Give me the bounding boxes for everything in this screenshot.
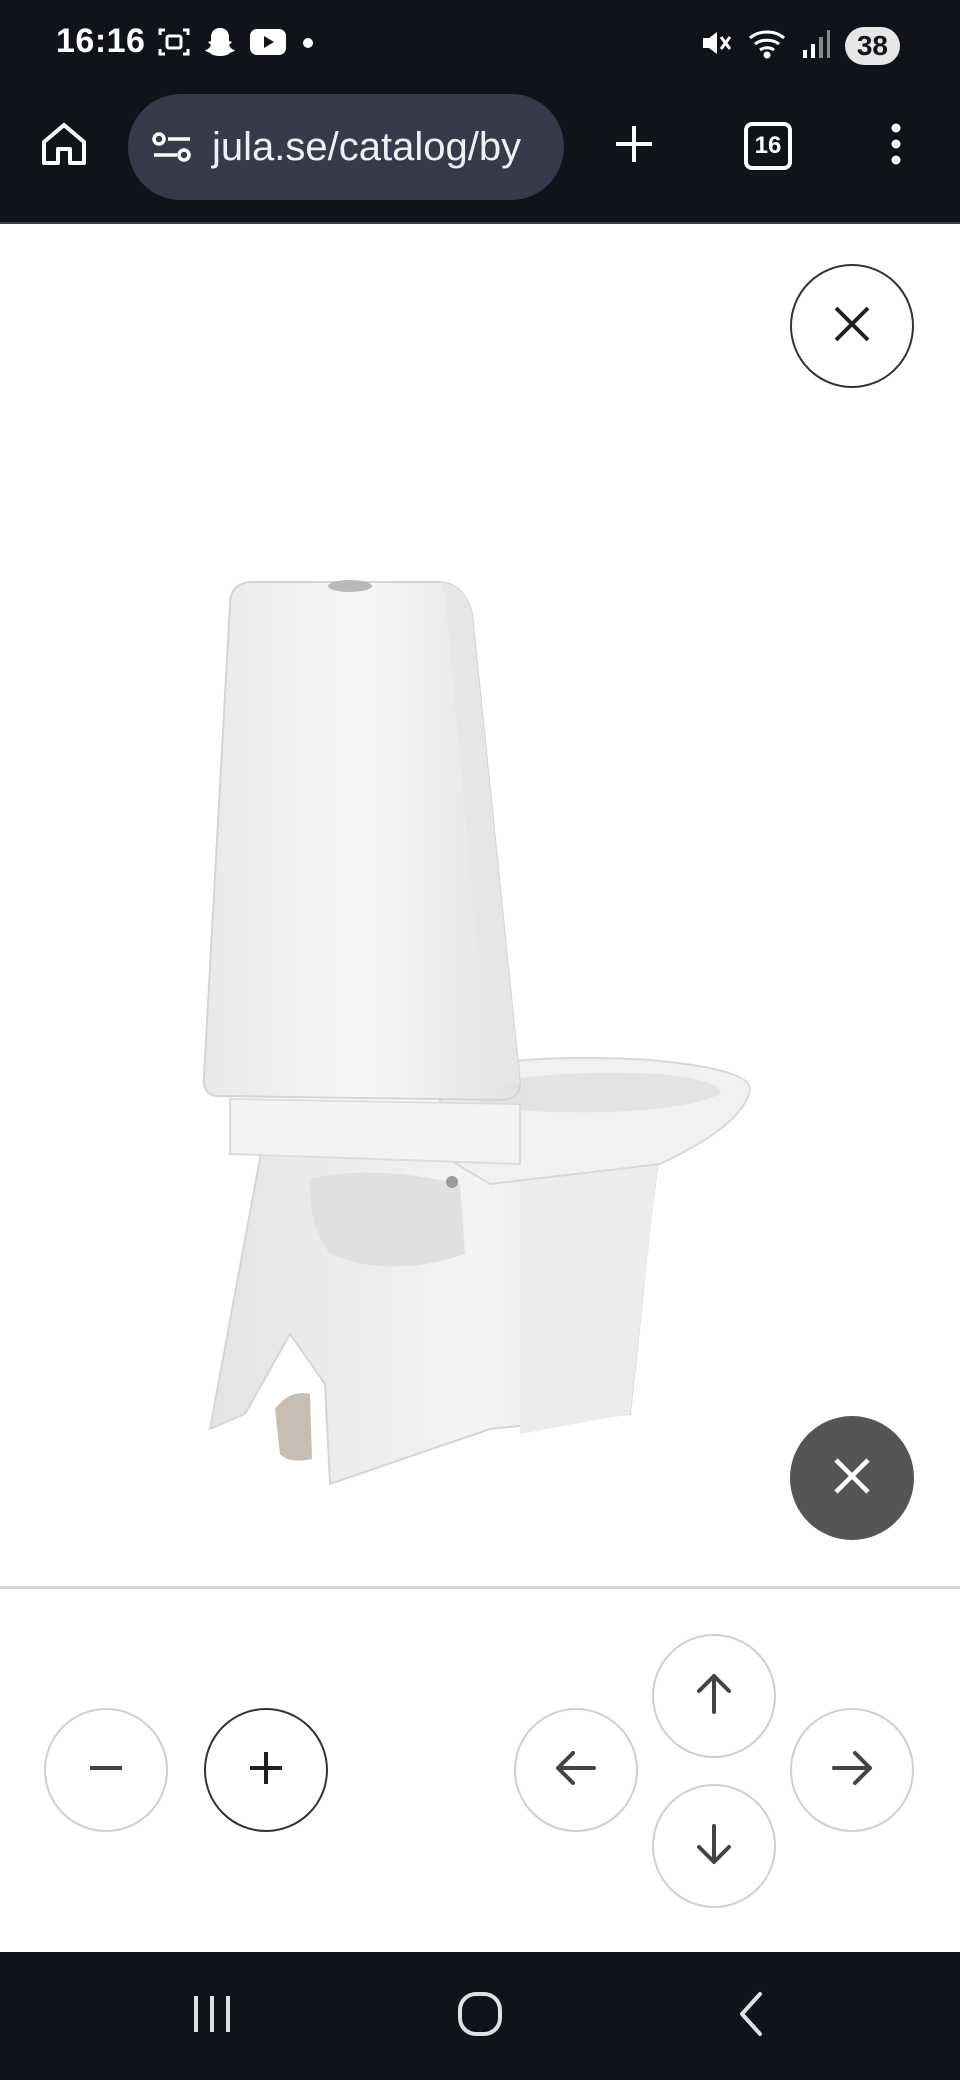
image-viewer: [0, 224, 960, 1586]
pan-up-button[interactable]: [652, 1634, 776, 1758]
viewer-divider: [0, 1586, 960, 1589]
youtube-icon: [248, 26, 288, 63]
browser-toolbar: jula.se/catalog/by 16: [0, 92, 960, 224]
pan-down-button[interactable]: [652, 1784, 776, 1908]
home-icon: [38, 118, 90, 175]
url-text: jula.se/catalog/by: [212, 124, 522, 169]
zoom-out-button[interactable]: [44, 1708, 168, 1832]
site-settings-icon[interactable]: [150, 127, 194, 167]
close-image-button[interactable]: [790, 1416, 914, 1540]
arrow-up-icon: [690, 1670, 738, 1723]
tab-switcher-icon: 16: [744, 122, 792, 170]
pan-left-button[interactable]: [514, 1708, 638, 1832]
zoom-in-button[interactable]: [204, 1708, 328, 1832]
close-icon: [830, 302, 874, 351]
screenshot-icon: [156, 24, 192, 65]
status-time: 16:16: [56, 22, 146, 60]
back-icon: [732, 1990, 772, 2043]
minus-icon: [86, 1748, 126, 1793]
wifi-icon: [747, 26, 787, 65]
close-button[interactable]: [790, 264, 914, 388]
status-icons-left: [156, 24, 318, 65]
pan-right-button[interactable]: [790, 1708, 914, 1832]
new-tab-button[interactable]: [594, 106, 674, 186]
product-image: [190, 464, 770, 1584]
recents-button[interactable]: [172, 1980, 252, 2052]
status-bar: 16:16 38: [0, 0, 960, 92]
snapchat-icon: [202, 24, 238, 65]
home-button[interactable]: [24, 106, 104, 186]
home-nav-button[interactable]: [440, 1980, 520, 2052]
arrow-left-icon: [552, 1744, 600, 1797]
new-tab-icon: [610, 120, 658, 173]
signal-icon: [801, 26, 831, 65]
close-icon: [830, 1454, 874, 1503]
recents-icon: [188, 1990, 236, 2043]
plus-icon: [246, 1748, 286, 1793]
status-icons-right: 38: [699, 26, 900, 65]
more-menu-button[interactable]: [856, 106, 936, 186]
tab-switcher-button[interactable]: 16: [728, 106, 808, 186]
system-nav-bar: [0, 1952, 960, 2080]
battery-indicator: 38: [844, 26, 900, 65]
arrow-right-icon: [828, 1744, 876, 1797]
url-bar[interactable]: jula.se/catalog/by: [128, 94, 564, 200]
dot-icon: [298, 24, 318, 65]
arrow-down-icon: [690, 1820, 738, 1873]
more-menu-icon: [886, 120, 906, 173]
home-nav-icon: [456, 1990, 504, 2043]
mute-icon: [699, 26, 733, 65]
back-button[interactable]: [712, 1980, 792, 2052]
